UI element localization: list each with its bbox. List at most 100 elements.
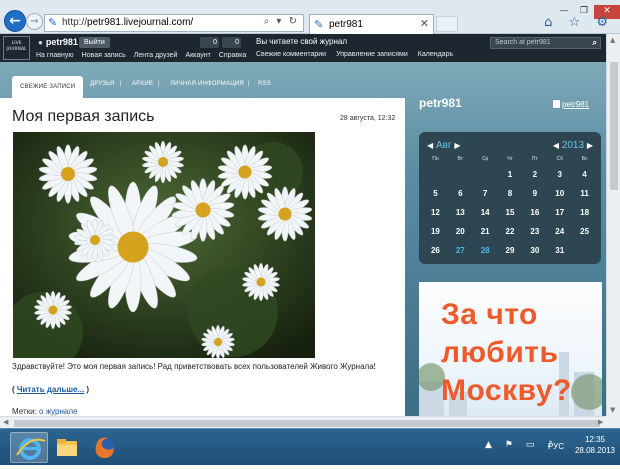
scroll-up-icon[interactable]: ▲	[610, 36, 615, 44]
calendar-day[interactable]: 31	[547, 241, 572, 260]
read-more-bracket: )	[84, 385, 90, 394]
submenu-recent-comments[interactable]: Свежие комментарии	[256, 51, 326, 58]
address-tools-icons[interactable]: ⌕ ▾ ↻	[264, 16, 299, 27]
calendar-day[interactable]: 6	[448, 184, 473, 203]
calendar-day[interactable]: 18	[572, 203, 597, 222]
lj-logo[interactable]: LIVE JOURNAL	[3, 36, 30, 60]
scroll-right-icon[interactable]: ▶	[598, 418, 603, 426]
page-icon: ✎	[48, 17, 58, 29]
back-button[interactable]: ←	[4, 10, 26, 32]
post-photo-daisies[interactable]	[13, 132, 315, 358]
calendar-day[interactable]: 29	[498, 241, 523, 260]
home-favorites-settings-icons[interactable]: ⌂ ☆ ⚙	[544, 15, 614, 30]
calendar-day[interactable]: 8	[498, 184, 523, 203]
tab-separator: |	[248, 81, 250, 87]
calendar-day[interactable]: 15	[498, 203, 523, 222]
prev-year-icon[interactable]: ◀	[553, 141, 559, 150]
calendar-day[interactable]: 20	[448, 222, 473, 241]
next-month-icon[interactable]: ▶	[454, 141, 460, 150]
tab-archive[interactable]: АРХИВ	[132, 81, 153, 87]
vertical-scroll-thumb[interactable]	[610, 62, 618, 190]
browser-toolbar: ← → ✎ http://petr981.livejournal.com/ ⌕ …	[0, 0, 620, 34]
calendar-day[interactable]: 5	[423, 184, 448, 203]
calendar-grid: Пн Вт Ср Чт Пт Сб Вс 1 2 3 4 5 6 7 8 9 10 11 12 13 14 15 16 17 1…	[423, 154, 597, 260]
advertisement-banner[interactable]: За что любить Москву?	[419, 282, 602, 416]
calendar-week-row: 12 13 14 15 16 17 18	[423, 203, 597, 222]
read-more-link[interactable]: ( Читать дальше... )	[12, 385, 89, 394]
tab-friends[interactable]: ДРУЗЬЯ	[90, 81, 114, 87]
address-bar[interactable]: ✎ http://petr981.livejournal.com/ ⌕ ▾ ↻	[44, 14, 304, 32]
menu-help[interactable]: Справка	[219, 52, 246, 59]
calendar-day[interactable]: 30	[522, 241, 547, 260]
search-icon[interactable]: ⌕	[593, 38, 597, 48]
calendar-day[interactable]: 23	[522, 222, 547, 241]
forward-button[interactable]: →	[26, 13, 43, 30]
tab-profile[interactable]: ЛИЧНАЯ ИНФОРМАЦИЯ	[170, 81, 244, 87]
calendar-day[interactable]: 3	[547, 165, 572, 184]
close-tab-icon[interactable]: ✕	[420, 17, 429, 30]
tab-separator: |	[158, 81, 160, 87]
post-title[interactable]: Моя первая запись	[12, 108, 154, 126]
menu-new-post[interactable]: Новая запись	[82, 52, 126, 59]
calendar-day[interactable]: 22	[498, 222, 523, 241]
address-url[interactable]: http://petr981.livejournal.com/	[62, 17, 193, 28]
calendar-day[interactable]: 10	[547, 184, 572, 203]
input-language[interactable]: РУС	[548, 442, 564, 451]
calendar-day[interactable]: 1	[498, 165, 523, 184]
journal-search-input[interactable]: Search at petr981 ⌕	[490, 37, 601, 49]
calendar-year[interactable]: ◀ 2013 ▶	[553, 140, 593, 151]
tag-link[interactable]: о журнале	[39, 407, 77, 416]
calendar-day[interactable]: 16	[522, 203, 547, 222]
calendar-day[interactable]: 24	[547, 222, 572, 241]
logout-button[interactable]: Выйти	[79, 37, 110, 48]
calendar-day[interactable]: 27	[448, 241, 473, 260]
submenu-manage-posts[interactable]: Управление записями	[336, 51, 408, 58]
horizontal-scroll-thumb[interactable]	[14, 420, 600, 427]
user-profile-link[interactable]: petr981	[553, 100, 589, 109]
scroll-left-icon[interactable]: ◀	[3, 418, 8, 426]
lj-username[interactable]: petr981	[38, 37, 78, 47]
calendar-day[interactable]: 14	[473, 203, 498, 222]
clock[interactable]: 12:35 28.08.2013	[573, 434, 617, 456]
journal-tabs: СВЕЖИЕ ЗАПИСИ ДРУЗЬЯ | АРХИВ | ЛИЧНАЯ ИН…	[0, 76, 410, 98]
taskbar-firefox-button[interactable]	[86, 432, 124, 463]
calendar-day[interactable]: 12	[423, 203, 448, 222]
horizontal-scrollbar[interactable]: ◀ ▶	[0, 416, 606, 428]
menu-account[interactable]: Аккаунт	[185, 52, 210, 59]
calendar-day[interactable]: 9	[522, 184, 547, 203]
system-tray-icons[interactable]: ▲ ⚑ ▭ ♪	[485, 440, 558, 450]
scroll-down-icon[interactable]: ▼	[610, 406, 615, 414]
menu-friends-feed[interactable]: Лента друзей	[134, 52, 178, 59]
calendar-day[interactable]: 7	[473, 184, 498, 203]
browser-tab[interactable]: ✎ petr981 ✕	[309, 14, 434, 34]
new-tab-button[interactable]	[436, 16, 458, 32]
calendar-day[interactable]: 13	[448, 203, 473, 222]
notifications-counter[interactable]: 0	[200, 37, 219, 48]
calendar-day[interactable]: 25	[572, 222, 597, 241]
taskbar-ie-button[interactable]	[10, 432, 48, 463]
calendar-day[interactable]: 11	[572, 184, 597, 203]
messages-counter[interactable]: 0	[222, 37, 241, 48]
next-year-icon[interactable]: ▶	[587, 141, 593, 150]
calendar-day[interactable]: 17	[547, 203, 572, 222]
tab-rss[interactable]: RSS	[258, 81, 271, 87]
calendar-day[interactable]: 21	[473, 222, 498, 241]
post-tags: Метки: о журнале	[12, 407, 77, 416]
taskbar-explorer-button[interactable]	[48, 432, 86, 463]
tags-label: Метки:	[12, 407, 40, 416]
submenu-calendar[interactable]: Календарь	[418, 51, 453, 58]
calendar-month[interactable]: ◀ Авг ▶	[427, 140, 461, 151]
prev-month-icon[interactable]: ◀	[427, 141, 433, 150]
calendar-day[interactable]: 28	[473, 241, 498, 260]
calendar-week-row: 5 6 7 8 9 10 11	[423, 184, 597, 203]
vertical-scrollbar[interactable]: ▲ ▼	[606, 34, 620, 416]
calendar-day[interactable]: 26	[423, 241, 448, 260]
calendar-day[interactable]: 2	[522, 165, 547, 184]
menu-home[interactable]: На главную	[36, 52, 74, 59]
calendar-day[interactable]: 19	[423, 222, 448, 241]
clock-date: 28.08.2013	[574, 446, 616, 455]
read-more-text[interactable]: Читать дальше...	[17, 385, 84, 394]
lj-main-menu: На главную Новая запись Лента друзей Аккаун…	[36, 52, 254, 59]
calendar-day[interactable]: 4	[572, 165, 597, 184]
tab-recent-posts[interactable]: СВЕЖИЕ ЗАПИСИ	[12, 76, 84, 98]
